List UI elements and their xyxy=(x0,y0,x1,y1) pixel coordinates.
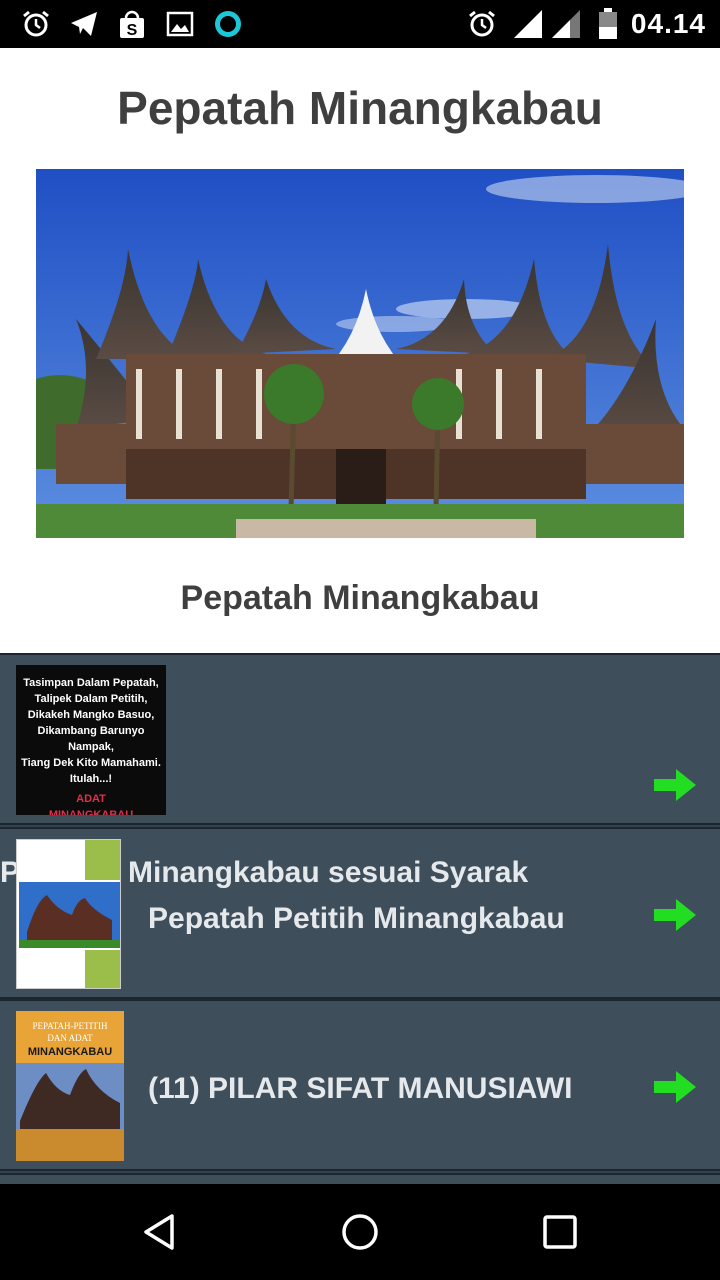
item-subtitle: Pepatah Petitih Minangkabau xyxy=(148,902,565,935)
item-title: Minangkabau sesuai Syarak xyxy=(128,856,529,889)
thumb-text: MINANGKABAU xyxy=(28,1046,112,1058)
recents-button[interactable] xyxy=(536,1208,584,1256)
navigation-bar xyxy=(0,1184,720,1280)
thumbnail: PEPATAH-PETITIH DAN ADAT MINANGKABAU xyxy=(16,1011,124,1161)
thumb-text: Talipek Dalam Petitih, xyxy=(34,693,148,705)
thumbnail: Tasimpan Dalam Pepatah, Talipek Dalam Pe… xyxy=(16,665,166,815)
thumbnail xyxy=(16,839,121,989)
image-icon xyxy=(164,8,196,40)
arrow-right-icon xyxy=(654,769,696,801)
telegram-icon xyxy=(68,8,100,40)
thumb-text: DAN ADAT xyxy=(47,1033,93,1043)
thumb-text: Dikambang Barunyo Nampak, xyxy=(37,725,145,753)
svg-text:S: S xyxy=(127,22,138,39)
item-title: (11) PILAR SIFAT MANUSIAWI xyxy=(148,1072,573,1105)
clock: 04.14 xyxy=(630,8,706,39)
thumb-text: Tasimpan Dalam Pepatah, xyxy=(23,677,159,689)
thumb-text: Tiang Dek Kito Mamahami. xyxy=(21,757,161,769)
arrow-right-icon xyxy=(654,899,696,931)
back-button[interactable] xyxy=(136,1208,184,1256)
thumb-accent: ADAT xyxy=(76,793,106,805)
hero-image xyxy=(36,169,684,538)
arrow-right-icon xyxy=(654,1071,696,1103)
page-title: Pepatah Minangkabau xyxy=(117,82,603,134)
list-item[interactable]: PEPATAH-PETITIH DAN ADAT MINANGKABAU (11… xyxy=(0,999,720,1171)
battery-icon xyxy=(592,8,624,40)
signal-icon xyxy=(512,8,544,40)
alarm-icon xyxy=(20,8,52,40)
article-list: Tasimpan Dalam Pepatah, Talipek Dalam Pe… xyxy=(0,653,720,1184)
shop-bag-icon: S xyxy=(116,8,148,40)
status-bar: S 04.14 xyxy=(0,0,720,48)
thumb-accent: MINANGKABAU xyxy=(48,809,134,815)
alarm-icon xyxy=(466,8,498,40)
list-item[interactable]: Tasimpan Dalam Pepatah, Talipek Dalam Pe… xyxy=(0,653,720,825)
thumb-text: Itulah...! xyxy=(69,773,113,785)
circle-app-icon xyxy=(212,8,244,40)
signal-icon xyxy=(550,8,582,40)
recents-square-icon xyxy=(543,1215,577,1249)
hero-caption: Pepatah Minangkabau xyxy=(180,579,540,617)
back-triangle-icon xyxy=(144,1214,174,1250)
list-item[interactable] xyxy=(0,1173,720,1184)
thumb-text: Dikakeh Mangko Basuo, xyxy=(27,709,155,721)
main-content: Pepatah Minangkabau Pepatah Minangkabau … xyxy=(0,48,720,1184)
thumb-text: PEPATAH-PETITIH xyxy=(33,1021,108,1031)
home-button[interactable] xyxy=(336,1208,384,1256)
list-item[interactable]: P Minangkabau sesuai Syarak Pepatah Peti… xyxy=(0,827,720,999)
home-circle-icon xyxy=(342,1214,378,1250)
